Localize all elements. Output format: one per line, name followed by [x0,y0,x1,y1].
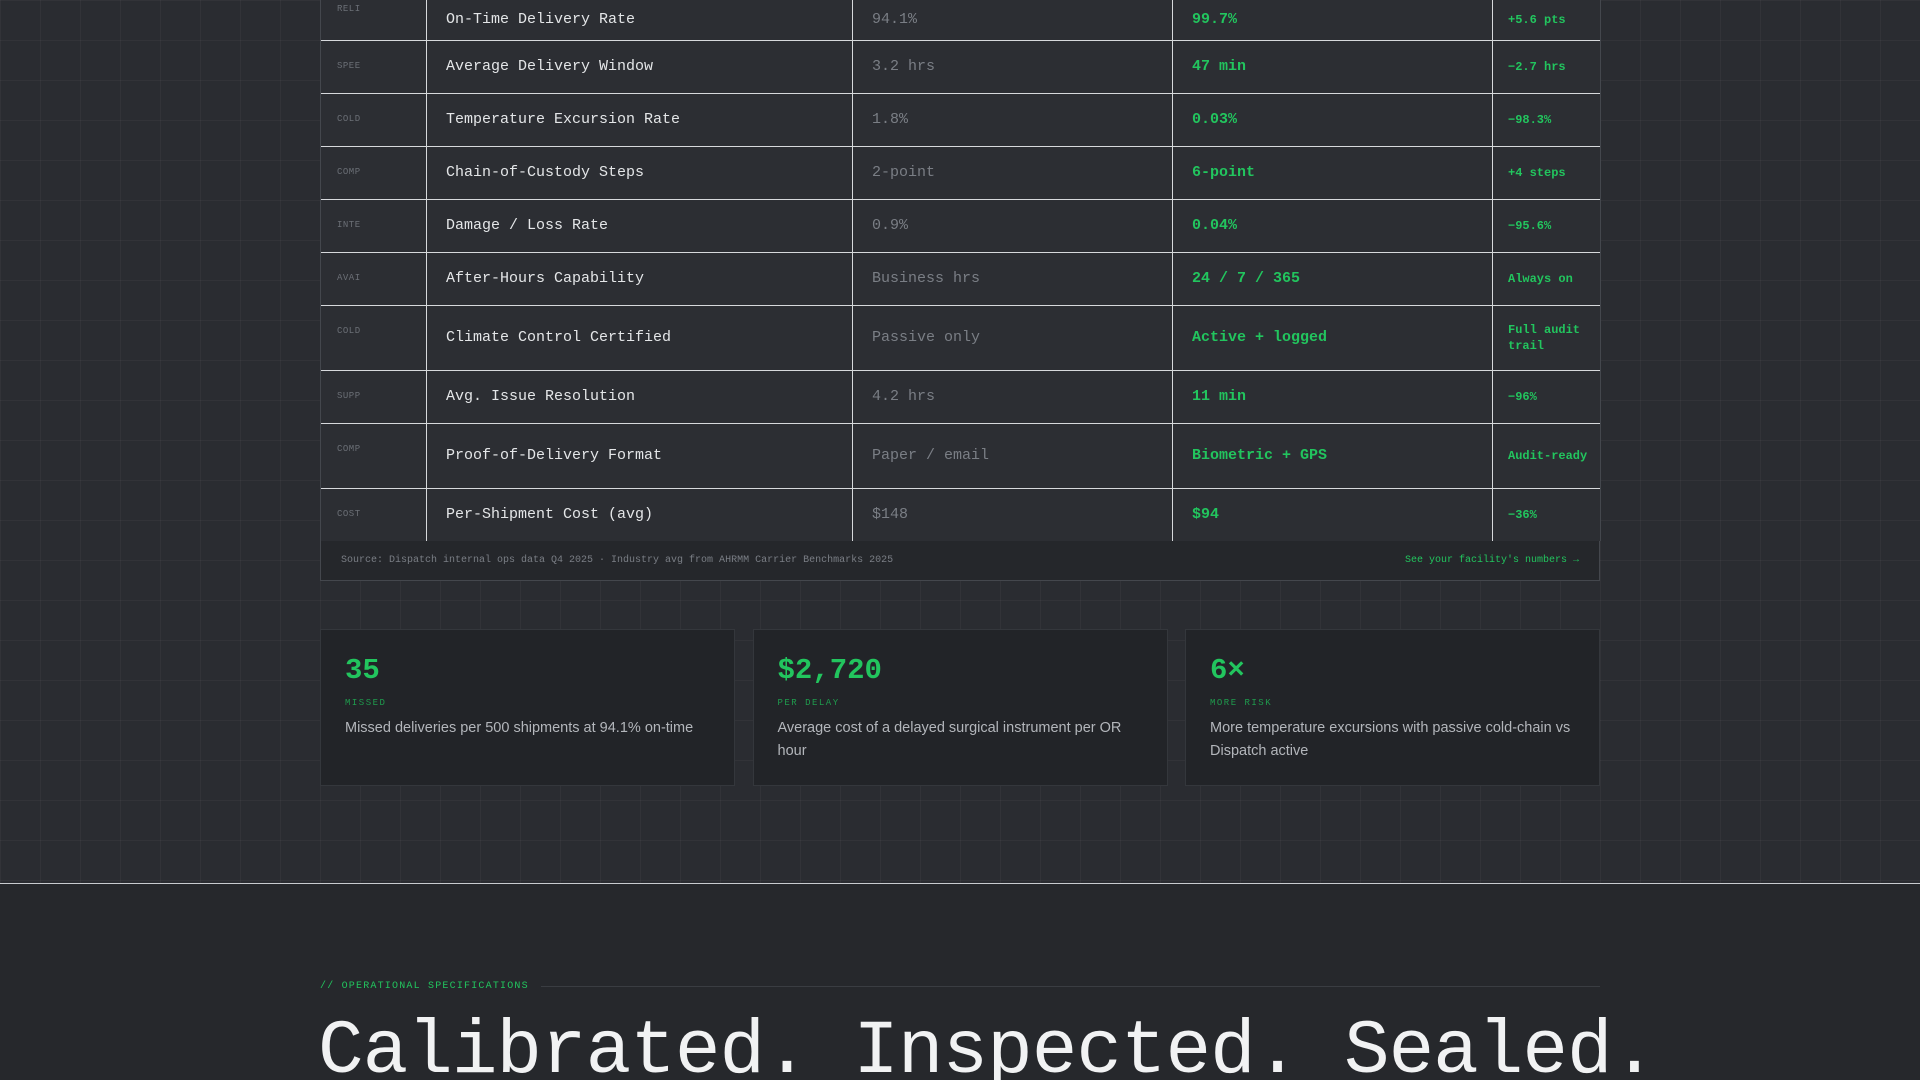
row-delta-value: −2.7 hrs [1492,39,1601,93]
section-eyebrow-row: // OPERATIONAL SPECIFICATIONS [320,981,1600,992]
row-delta-value: −96% [1492,369,1601,423]
row-industry-value: 94.1% [852,0,1173,40]
row-metric-label: Climate Control Certified [426,304,853,370]
table-row: COLD Temperature Excursion Rate 1.8% 0.0… [320,92,1601,146]
table-footer: Source: Dispatch internal ops data Q4 20… [320,541,1600,581]
row-dispatch-value: 11 min [1172,369,1493,423]
row-metric-label: Temperature Excursion Rate [426,92,853,146]
row-metric-label: Per-Shipment Cost (avg) [426,487,853,541]
row-metric-label: Chain-of-Custody Steps [426,145,853,199]
row-category-tag: COMP [320,422,427,488]
row-dispatch-value: 99.7% [1172,0,1493,40]
row-delta-value: −98.3% [1492,92,1601,146]
row-delta-value: +5.6 pts [1492,0,1601,40]
source-note: Source: Dispatch internal ops data Q4 20… [341,555,894,566]
stat-value: 35 [345,654,380,687]
row-industry-value: 2-point [852,145,1173,199]
stat-cards: 35 MISSED Missed deliveries per 500 ship… [320,629,1600,786]
table-row: COMP Proof-of-Delivery Format Paper / em… [320,422,1601,488]
stat-value: $2,720 [777,654,882,687]
row-dispatch-value: Active + logged [1172,304,1493,370]
row-dispatch-value: 47 min [1172,39,1493,93]
row-category-tag: COLD [320,92,427,146]
row-delta-value: −36% [1492,487,1601,541]
row-metric-label: After-Hours Capability [426,251,853,305]
stat-label: MORE RISK [1210,698,1273,708]
row-category-tag: INTE [320,198,427,252]
row-category-tag: RELI [320,0,427,40]
row-delta-value: −95.6% [1492,198,1601,252]
row-category-tag: COMP [320,145,427,199]
row-industry-value: 4.2 hrs [852,369,1173,423]
row-dispatch-value: 6-point [1172,145,1493,199]
table-row: COMP Chain-of-Custody Steps 2-point 6-po… [320,145,1601,199]
stat-card-more-risk: 6× MORE RISK More temperature excursions… [1185,629,1600,786]
stat-description: More temperature excursions with passive… [1210,720,1571,759]
table-row: INTE Damage / Loss Rate 0.9% 0.04% −95.6… [320,198,1601,252]
row-delta-value: Full audit trail [1492,304,1601,370]
row-industry-value: Passive only [852,304,1173,370]
row-category-tag: COLD [320,304,427,370]
row-industry-value: $148 [852,487,1173,541]
stat-description: Missed deliveries per 500 shipments at 9… [345,720,694,736]
row-metric-label: Avg. Issue Resolution [426,369,853,423]
table-row: COLD Climate Control Certified Passive o… [320,304,1601,370]
row-category-tag: COST [320,487,427,541]
stat-description: Average cost of a delayed surgical instr… [777,720,1122,759]
row-metric-label: Average Delivery Window [426,39,853,93]
row-category-tag: SUPP [320,369,427,423]
section-eyebrow: // OPERATIONAL SPECIFICATIONS [320,981,529,992]
section-headline: Calibrated. Inspected. Sealed. [318,1009,1657,1080]
row-metric-label: Proof-of-Delivery Format [426,422,853,488]
comparison-table-wrapper: RELI On-Time Delivery Rate 94.1% 99.7% +… [320,0,1601,581]
table-row: SPEE Average Delivery Window 3.2 hrs 47 … [320,39,1601,93]
row-dispatch-value: 24 / 7 / 365 [1172,251,1493,305]
row-metric-label: Damage / Loss Rate [426,198,853,252]
row-dispatch-value: Biometric + GPS [1172,422,1493,488]
row-industry-value: Business hrs [852,251,1173,305]
row-delta-value: +4 steps [1492,145,1601,199]
table-row: SUPP Avg. Issue Resolution 4.2 hrs 11 mi… [320,369,1601,423]
stat-card-missed: 35 MISSED Missed deliveries per 500 ship… [320,629,735,786]
comparison-section: RELI On-Time Delivery Rate 94.1% 99.7% +… [0,0,1920,884]
page: RELI On-Time Delivery Rate 94.1% 99.7% +… [0,0,1920,1080]
row-industry-value: Paper / email [852,422,1173,488]
row-industry-value: 3.2 hrs [852,39,1173,93]
row-delta-value: Always on [1492,251,1601,305]
row-dispatch-value: $94 [1172,487,1493,541]
see-facility-numbers-link[interactable]: See your facility's numbers → [1405,555,1579,566]
eyebrow-divider [540,986,1600,987]
table-row: COST Per-Shipment Cost (avg) $148 $94 −3… [320,487,1601,541]
row-category-tag: SPEE [320,39,427,93]
row-delta-value: Audit-ready [1492,422,1601,488]
row-dispatch-value: 0.04% [1172,198,1493,252]
stat-label: MISSED [345,698,387,708]
row-dispatch-value: 0.03% [1172,92,1493,146]
table-row: RELI On-Time Delivery Rate 94.1% 99.7% +… [320,0,1601,40]
operational-specifications-section: // OPERATIONAL SPECIFICATIONS Calibrated… [0,884,1920,1080]
stat-card-per-delay: $2,720 PER DELAY Average cost of a delay… [752,629,1168,786]
comparison-table: RELI On-Time Delivery Rate 94.1% 99.7% +… [320,0,1601,541]
row-metric-label: On-Time Delivery Rate [426,0,853,40]
table-row: AVAI After-Hours Capability Business hrs… [320,251,1601,305]
row-industry-value: 0.9% [852,198,1173,252]
stat-value: 6× [1210,654,1245,687]
row-category-tag: AVAI [320,251,427,305]
stat-label: PER DELAY [777,698,840,708]
row-industry-value: 1.8% [852,92,1173,146]
